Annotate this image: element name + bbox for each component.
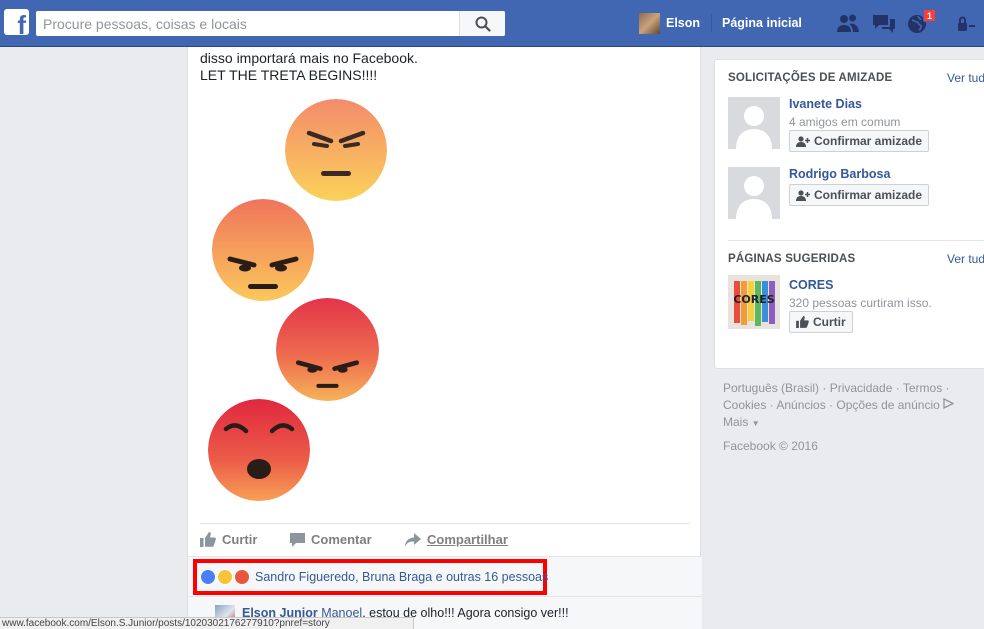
reactions-summary: Sandro Figueredo, Bruna Braga e outras 1… [188,556,702,596]
thumbs-up-icon [200,532,216,547]
angry-reaction-icon [234,569,250,585]
share-button[interactable]: Compartilhar [405,532,508,547]
confirm-friend-label: Confirmar amizade [814,134,923,148]
like-label: Curtir [222,532,258,547]
footer-links-line[interactable]: Português (Brasil) · Privacidade · Termo… [723,380,973,397]
reaction-icons[interactable] [200,569,251,585]
nav-divider [711,14,712,32]
confirm-friend-label: Confirmar amizade [814,188,923,202]
footer-more-label: Mais [723,415,749,429]
silhouette-icon [736,106,772,149]
facebook-logo[interactable]: f [4,9,29,40]
angry-emoji-furious [208,399,310,501]
reactions-people-link[interactable]: Sandro Figueredo, Bruna Braga e outras 1… [255,570,548,584]
angry-emoji-medium [212,199,314,301]
facebook-logo-letter: f [17,10,26,40]
like-button[interactable]: Curtir [200,532,257,547]
search-icon [475,16,491,32]
like-page-label: Curtir [813,315,846,329]
notification-badge: 1 [923,9,937,22]
add-friend-icon [796,189,810,201]
privacy-lock-icon[interactable] [955,15,975,33]
ad-choices-icon[interactable] [943,397,955,410]
search-input[interactable] [36,11,456,36]
page-thumb-text: CORES [733,293,774,306]
footer-links-line: Cookies · Anúncios · Opções de anúncio [723,397,973,414]
suggested-pages-heading: PÁGINAS SUGERIDAS [728,253,856,265]
page-name-link[interactable]: CORES [789,278,833,292]
post-text: disso importará mais no Facebook. LET TH… [200,50,418,84]
like-page-button[interactable]: Curtir [789,311,853,333]
comment-label: Comentar [311,532,372,547]
cores-logo: CORES [733,281,775,326]
page-thumbnail[interactable]: CORES [728,275,780,329]
section-divider [728,240,984,241]
post-text-line: disso importará mais no Facebook. [200,50,418,66]
friend-request-name-link[interactable]: Ivanete Dias [789,97,862,111]
footer-more-link[interactable]: Mais ▼ [723,414,973,432]
like-reaction-icon [200,569,216,585]
friends-icon[interactable] [836,13,860,33]
sidebar-footer: Português (Brasil) · Privacidade · Termo… [723,380,973,455]
confirm-friend-button[interactable]: Confirmar amizade [789,184,930,206]
add-friend-icon [796,135,810,147]
browser-status-url: www.facebook.com/Elson.S.Junior/posts/10… [0,617,414,629]
suggested-pages-see-all-link[interactable]: Ver tudo [947,252,984,266]
caret-down-icon: ▼ [751,419,760,428]
user-name: Elson [666,16,701,30]
thumbs-up-icon [796,316,809,328]
silhouette-icon [736,176,772,219]
footer-ad-links[interactable]: Cookies · Anúncios · Opções de anúncio [723,398,940,412]
friend-request-avatar[interactable] [728,167,780,219]
search-box [36,11,505,36]
news-feed-post: disso importará mais no Facebook. LET TH… [187,47,702,629]
comment-button[interactable]: Comentar [290,532,372,547]
friend-request-avatar[interactable] [728,97,780,149]
post-text-line: LET THE TRETA BEGINS!!!! [200,67,378,83]
home-link[interactable]: Página inicial [722,16,802,30]
profile-link[interactable]: Elson [639,12,700,34]
haha-reaction-icon [217,569,233,585]
friend-requests-see-all-link[interactable]: Ver tudo [947,71,984,85]
page-likes-text: 320 pessoas curtiram isso. [789,296,932,310]
avatar [639,12,660,34]
comment-icon [290,532,305,547]
post-actions-bar: Curtir Comentar Compartilhar [200,523,690,555]
mutual-friends-text: 4 amigos em comum [789,115,901,129]
confirm-friend-button[interactable]: Confirmar amizade [789,130,930,152]
friend-requests-heading: SOLICITAÇÕES DE AMIZADE [728,72,893,84]
messages-icon[interactable] [871,13,897,35]
share-label: Compartilhar [427,532,508,547]
friend-request-name-link[interactable]: Rodrigo Barbosa [789,167,890,181]
share-arrow-icon [405,532,421,547]
angry-emoji-mild [285,99,387,201]
right-sidebar-box: SOLICITAÇÕES DE AMIZADE Ver tudo Ivanete… [714,59,984,369]
angry-emoji-red [276,298,379,401]
footer-copyright: Facebook © 2016 [723,439,818,453]
top-navigation-bar: f Elson Página inicial 1 [0,0,984,47]
search-button[interactable] [459,11,505,36]
